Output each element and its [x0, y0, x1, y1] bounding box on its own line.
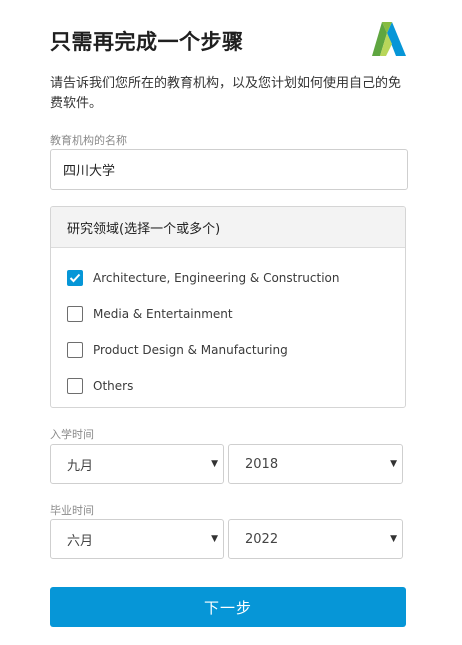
- education-signup-form: 只需再完成一个步骤 请告诉我们您所在的教育机构，以及您计划如何使用自己的免费软件…: [0, 0, 462, 645]
- enrollment-label: 入学时间: [50, 428, 94, 441]
- checkbox-others[interactable]: [67, 378, 83, 394]
- research-option-aec[interactable]: Architecture, Engineering & Construction: [51, 260, 405, 296]
- research-option-product-design[interactable]: Product Design & Manufacturing: [51, 332, 405, 368]
- option-label-media: Media & Entertainment: [93, 307, 233, 321]
- checkmark-icon: [69, 273, 81, 283]
- page-description: 请告诉我们您所在的教育机构，以及您计划如何使用自己的免费软件。: [50, 76, 402, 111]
- checkbox-aec[interactable]: [67, 270, 83, 286]
- option-label-product-design: Product Design & Manufacturing: [93, 343, 288, 357]
- enrollment-month-value: 九月: [67, 458, 94, 474]
- checkbox-product-design[interactable]: [67, 342, 83, 358]
- chevron-down-icon: ▼: [211, 534, 218, 544]
- chevron-down-icon: ▼: [211, 459, 218, 469]
- graduation-month-value: 六月: [67, 533, 94, 549]
- checkbox-media[interactable]: [67, 306, 83, 322]
- institution-value: 四川大学: [63, 164, 116, 179]
- graduation-month-select[interactable]: 六月 ▼: [50, 519, 224, 559]
- enrollment-month-select[interactable]: 九月 ▼: [50, 444, 224, 484]
- page-title: 只需再完成一个步骤: [50, 30, 244, 54]
- chevron-down-icon: ▼: [390, 534, 397, 544]
- graduation-label: 毕业时间: [50, 504, 94, 517]
- institution-label: 教育机构的名称: [50, 134, 127, 147]
- enrollment-year-value: 2018: [245, 456, 279, 472]
- research-area-heading: 研究领域(选择一个或多个): [51, 207, 405, 248]
- institution-input[interactable]: 四川大学: [50, 149, 408, 190]
- research-option-media[interactable]: Media & Entertainment: [51, 296, 405, 332]
- next-button[interactable]: 下一步: [50, 587, 406, 627]
- chevron-down-icon: ▼: [390, 459, 397, 469]
- graduation-year-value: 2022: [245, 531, 279, 547]
- research-option-others[interactable]: Others: [51, 368, 405, 404]
- autodesk-logo-icon: [372, 22, 406, 56]
- enrollment-year-select[interactable]: 2018 ▼: [228, 444, 403, 484]
- graduation-year-select[interactable]: 2022 ▼: [228, 519, 403, 559]
- option-label-aec: Architecture, Engineering & Construction: [93, 271, 340, 285]
- option-label-others: Others: [93, 379, 134, 393]
- research-area-group: 研究领域(选择一个或多个) Architecture, Engineering …: [50, 206, 406, 408]
